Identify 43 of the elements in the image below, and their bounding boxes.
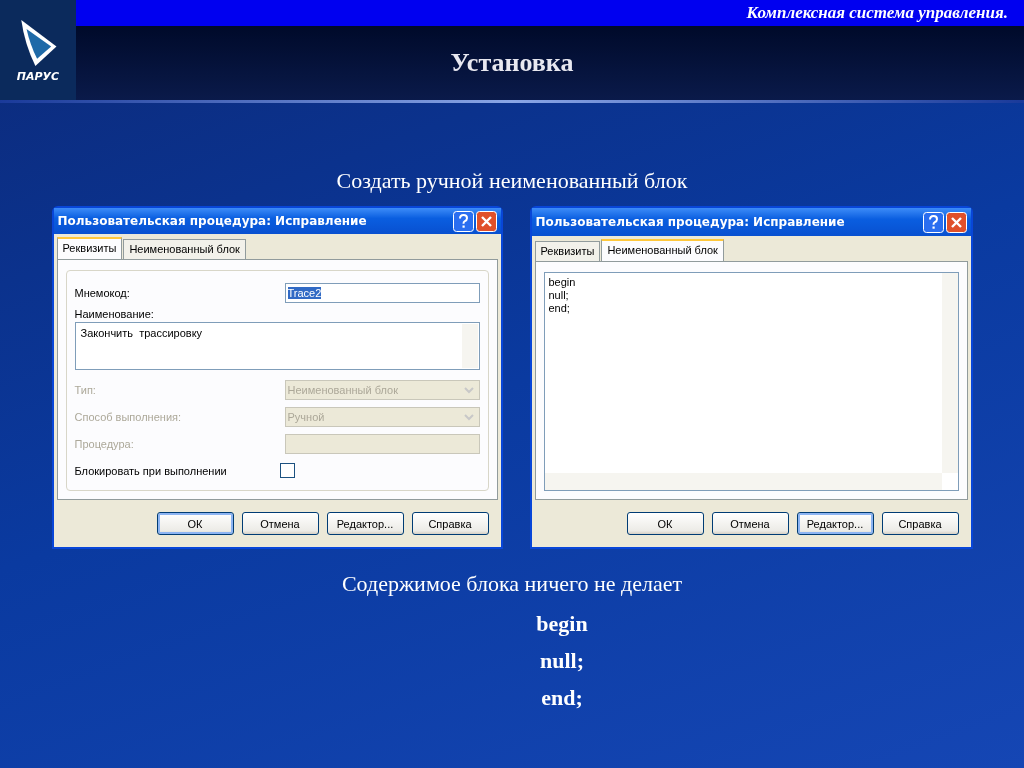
caption: Создать ручной неименованный блок [335, 168, 689, 194]
scrollbar[interactable] [544, 473, 942, 490]
scrollbar[interactable] [461, 324, 478, 368]
close-icon[interactable] [945, 211, 967, 233]
tab[interactable]: Неименованный блок [601, 239, 724, 262]
tab[interactable]: Неименованный блок [123, 239, 246, 260]
code-line: end; [541, 684, 583, 712]
dialog-button[interactable]: ОК [626, 512, 704, 535]
slide-title: Установка [450, 48, 574, 78]
description: Содержимое блока ничего не делает [341, 571, 683, 597]
dialog-button[interactable]: ОК [156, 512, 234, 535]
help-icon[interactable] [922, 211, 944, 233]
field-label: Наименование: [74, 308, 155, 320]
dialog-button[interactable]: Редактор... [326, 512, 404, 535]
dialog-button[interactable]: Отмена [241, 512, 319, 535]
dialog-button[interactable]: Отмена [711, 512, 789, 535]
logo-text: ПАРУС [16, 69, 60, 83]
scrollbar[interactable] [941, 273, 958, 473]
dialog-button[interactable]: Редактор... [796, 512, 874, 535]
field-label: Тип: [74, 383, 96, 396]
tagline: Комплексная система управления. [746, 3, 1008, 23]
field-label: Способ выполнения: [74, 410, 182, 423]
name-field[interactable]: Закончить трассировку [74, 322, 480, 370]
close-icon[interactable] [475, 210, 497, 232]
dialog-title: Пользовательская процедура: Исправление [57, 214, 368, 228]
code-line: begin [548, 276, 577, 289]
dialog-button[interactable]: Справка [881, 512, 959, 535]
field-label: Блокировать при выполнении [74, 464, 228, 477]
checkbox[interactable] [279, 463, 295, 478]
code-editor[interactable]: begin null; end; [543, 272, 959, 491]
input-field[interactable] [284, 433, 480, 454]
input-field[interactable]: Trace2 [284, 282, 480, 303]
code-line: end; [548, 302, 571, 315]
field-label: Процедура: [74, 437, 134, 450]
code-line: begin [536, 610, 588, 638]
tab[interactable]: Реквизиты [534, 241, 601, 262]
dialog-button[interactable]: Справка [411, 512, 489, 535]
help-icon[interactable] [452, 210, 474, 232]
code-line: null; [540, 647, 584, 675]
tab[interactable]: Реквизиты [56, 237, 123, 260]
dialog-title: Пользовательская процедура: Исправление [535, 215, 846, 229]
field-label: Мнемокод: [74, 286, 130, 299]
code-line: null; [548, 289, 570, 302]
